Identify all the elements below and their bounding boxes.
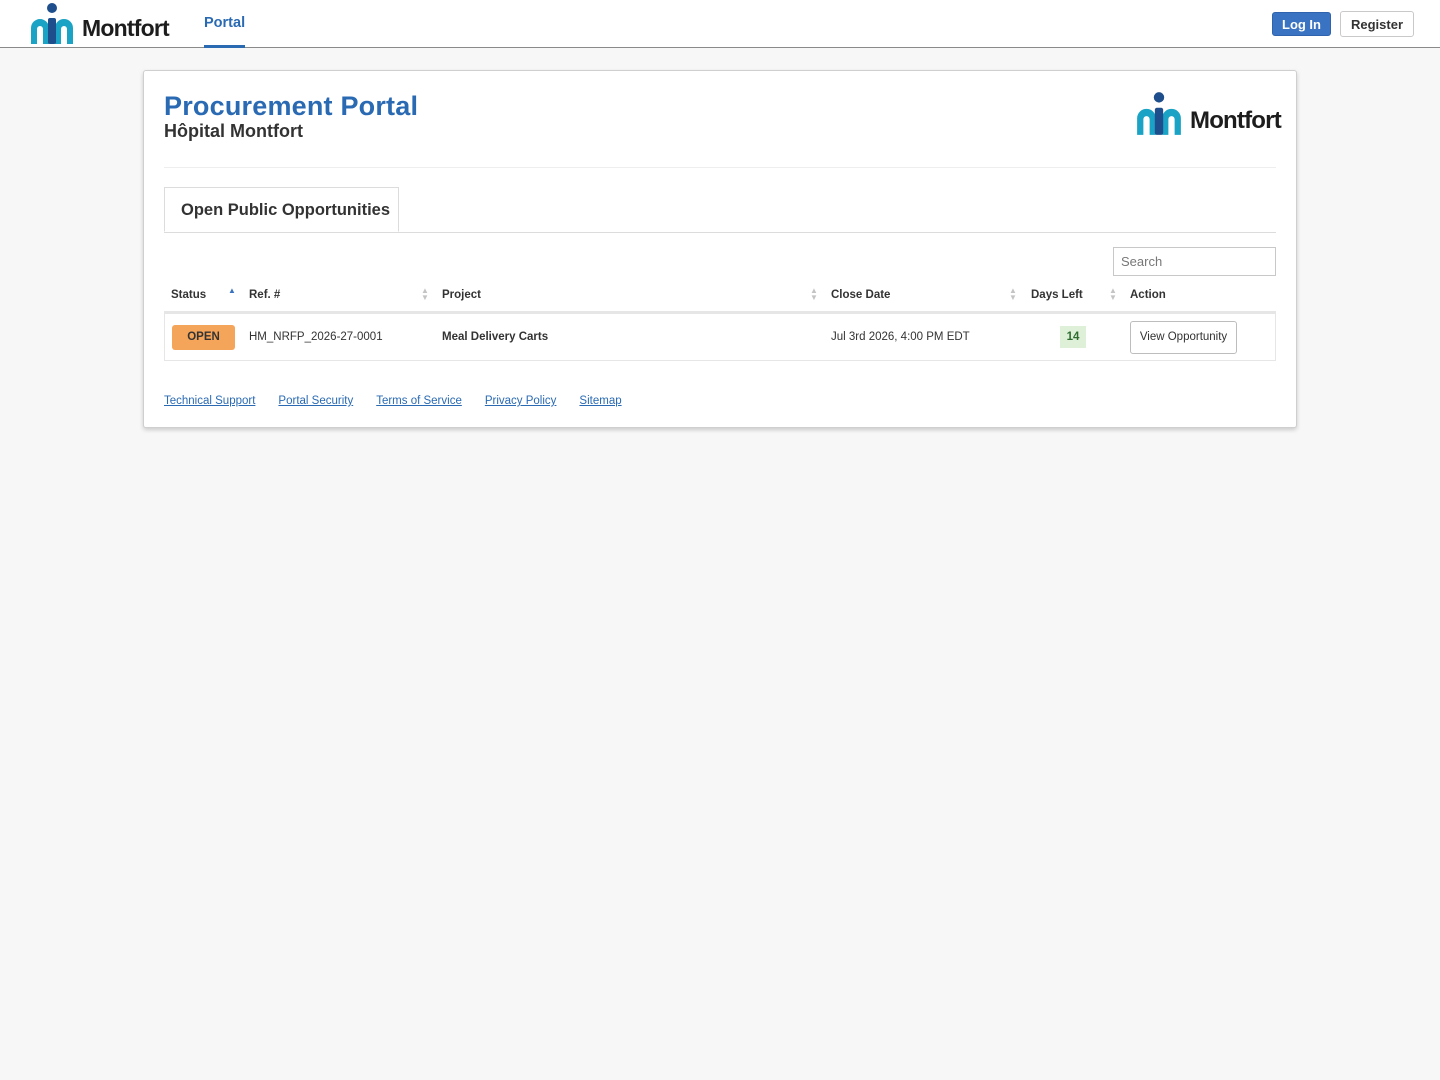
table-header: Status ▲▼ Ref. # ▲▼ Project ▲▼ Close Dat… — [164, 283, 1276, 314]
login-button[interactable]: Log In — [1272, 12, 1331, 36]
column-header-ref[interactable]: Ref. # — [249, 283, 280, 311]
project-cell: Meal Delivery Carts — [442, 331, 549, 343]
card-brand-name: Montfort — [1190, 107, 1282, 134]
days-left-badge: 14 — [1060, 326, 1086, 348]
footer-link-portal-security[interactable]: Portal Security — [278, 395, 353, 407]
column-label: Action — [1130, 289, 1166, 301]
footer-link-sitemap[interactable]: Sitemap — [579, 395, 621, 407]
sort-icon[interactable]: ▲ ▼ — [1009, 287, 1017, 302]
divider — [164, 167, 1276, 168]
column-header-project[interactable]: Project — [442, 283, 481, 311]
table-row: OPEN HM_NRFP_2026-27-0001 Meal Delivery … — [164, 314, 1276, 361]
column-label: Close Date — [831, 289, 891, 301]
column-header-close-date[interactable]: Close Date — [831, 283, 890, 311]
column-header-action: Action — [1130, 283, 1166, 311]
column-label: Days Left — [1031, 289, 1083, 301]
column-header-status[interactable]: Status — [171, 283, 206, 311]
nav-portal-link[interactable]: Portal — [204, 0, 246, 48]
action-cell: View Opportunity — [1130, 314, 1237, 360]
view-opportunity-button[interactable]: View Opportunity — [1130, 320, 1237, 354]
column-label: Project — [442, 289, 481, 301]
search-input[interactable] — [1113, 247, 1276, 276]
tab-bar: Open Public Opportunities — [164, 187, 1276, 233]
ref-cell: HM_NRFP_2026-27-0001 — [249, 331, 383, 343]
column-label: Status — [171, 289, 207, 301]
footer-link-technical-support[interactable]: Technical Support — [164, 395, 255, 407]
close-date-cell: Jul 3rd 2026, 4:00 PM EDT — [831, 331, 970, 343]
sort-icon[interactable]: ▲ ▼ — [421, 287, 429, 302]
footer-link-privacy-policy[interactable]: Privacy Policy — [485, 395, 557, 407]
tab-open-public-opportunities[interactable]: Open Public Opportunities — [164, 187, 399, 232]
register-button[interactable]: Register — [1340, 11, 1414, 37]
sort-asc-icon[interactable]: ▲▼ — [228, 287, 236, 301]
days-left-cell: 14 — [1060, 314, 1086, 360]
top-navbar: Montfort Portal Log In Register — [0, 0, 1440, 48]
page-title: Procurement Portal — [164, 91, 419, 121]
montfort-logo-icon — [31, 3, 73, 44]
main-card: Procurement Portal Hôpital Montfort Mont… — [143, 70, 1297, 428]
opportunities-table: Status ▲▼ Ref. # ▲▼ Project ▲▼ Close Dat… — [164, 283, 1276, 361]
sort-icon[interactable]: ▲ ▼ — [810, 287, 818, 302]
column-header-days-left[interactable]: Days Left — [1031, 283, 1083, 311]
card-logo: Montfort — [1134, 91, 1282, 135]
page-subtitle: Hôpital Montfort — [164, 121, 303, 141]
footer-links: Technical Support Portal Security Terms … — [164, 395, 645, 407]
footer-link-terms-of-service[interactable]: Terms of Service — [376, 395, 462, 407]
sort-icon[interactable]: ▲ ▼ — [1109, 287, 1117, 302]
brand-name: Montfort — [82, 14, 170, 41]
status-cell: OPEN — [172, 314, 235, 360]
column-label: Ref. # — [249, 289, 281, 301]
montfort-logo-icon — [1137, 92, 1181, 135]
status-badge: OPEN — [172, 324, 235, 350]
brand-logo[interactable]: Montfort — [28, 0, 170, 46]
